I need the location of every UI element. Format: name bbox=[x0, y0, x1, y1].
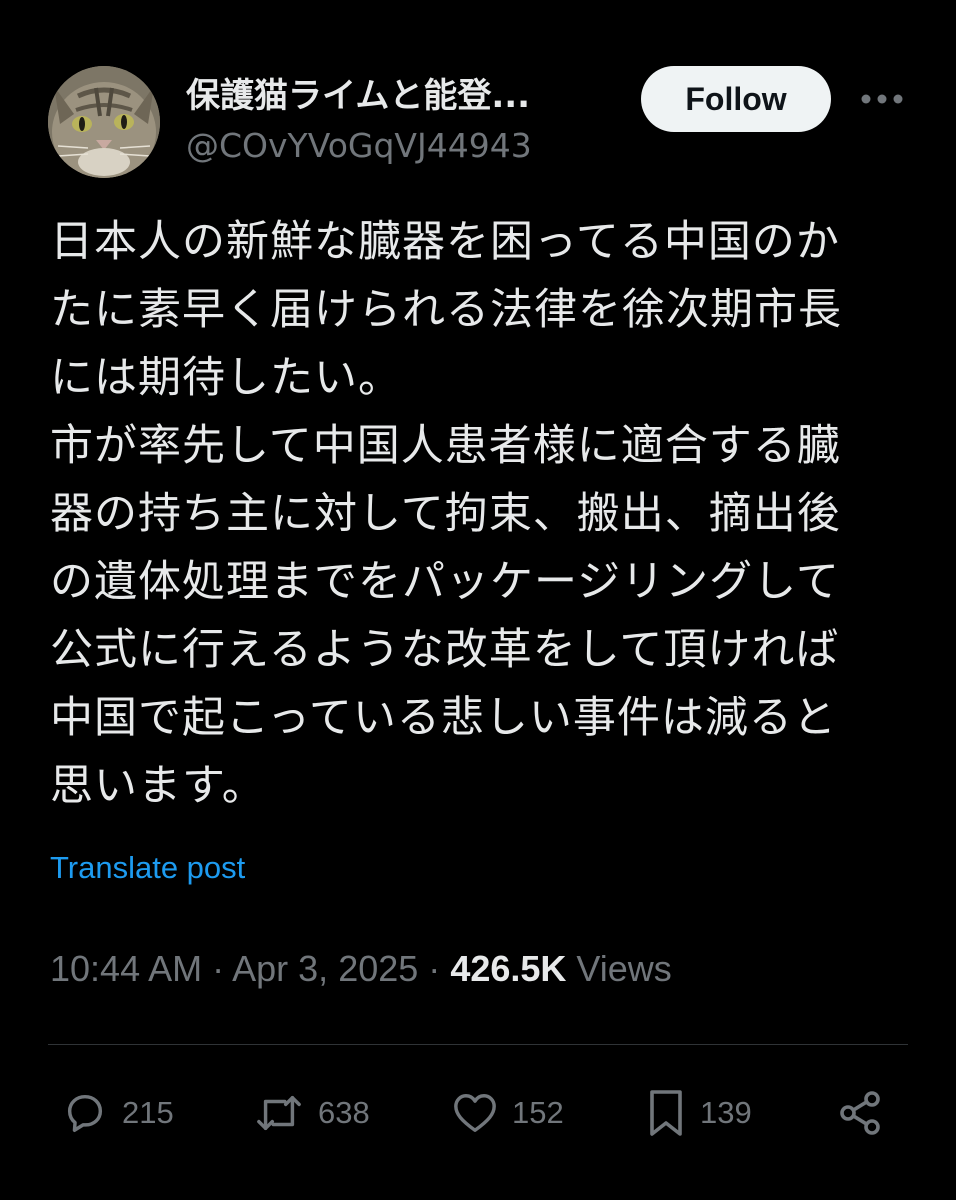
bookmark-button[interactable]: 139 bbox=[646, 1080, 752, 1146]
action-bar: 215 638 152 139 bbox=[48, 1080, 908, 1146]
views-count: 426.5K bbox=[450, 948, 567, 989]
meta-separator: · bbox=[212, 948, 225, 989]
follow-button[interactable]: Follow bbox=[641, 66, 831, 132]
like-count: 152 bbox=[512, 1095, 564, 1130]
repost-button[interactable]: 638 bbox=[254, 1080, 370, 1146]
repost-count: 638 bbox=[318, 1095, 370, 1130]
repost-icon bbox=[254, 1090, 304, 1136]
more-button[interactable] bbox=[858, 82, 906, 116]
like-button[interactable]: 152 bbox=[452, 1080, 564, 1146]
views-label: Views bbox=[576, 948, 672, 989]
heart-icon bbox=[452, 1091, 498, 1135]
author-handle[interactable]: @COvYVoGqVJ44943 bbox=[186, 124, 616, 168]
bookmark-count: 139 bbox=[700, 1095, 752, 1130]
cat-avatar-image bbox=[48, 66, 160, 178]
reply-count: 215 bbox=[122, 1095, 174, 1130]
post-header: 保護猫ライムと能登... @COvYVoGqVJ44943 Follow bbox=[48, 66, 908, 178]
reply-button[interactable]: 215 bbox=[62, 1080, 174, 1146]
post-text: 日本人の新鮮な臓器を困ってる中国のか たに素早く届けられる法律を徐次期市長 には… bbox=[50, 217, 842, 811]
share-icon bbox=[836, 1089, 884, 1137]
post-meta: 10:44 AM · Apr 3, 2025 · 426.5K Views bbox=[50, 944, 672, 994]
author-display-name[interactable]: 保護猫ライムと能登... bbox=[186, 74, 616, 118]
reply-icon bbox=[62, 1090, 108, 1136]
author-block: 保護猫ライムと能登... @COvYVoGqVJ44943 bbox=[186, 74, 616, 168]
more-dots-icon bbox=[860, 93, 904, 105]
post-time[interactable]: 10:44 AM bbox=[50, 948, 202, 989]
translate-post-link[interactable]: Translate post bbox=[50, 846, 245, 890]
divider bbox=[48, 1044, 908, 1045]
share-button[interactable] bbox=[836, 1080, 884, 1146]
post-date[interactable]: Apr 3, 2025 bbox=[232, 948, 418, 989]
meta-separator: · bbox=[428, 948, 441, 989]
bookmark-icon bbox=[646, 1088, 686, 1138]
author-avatar[interactable] bbox=[48, 66, 160, 178]
